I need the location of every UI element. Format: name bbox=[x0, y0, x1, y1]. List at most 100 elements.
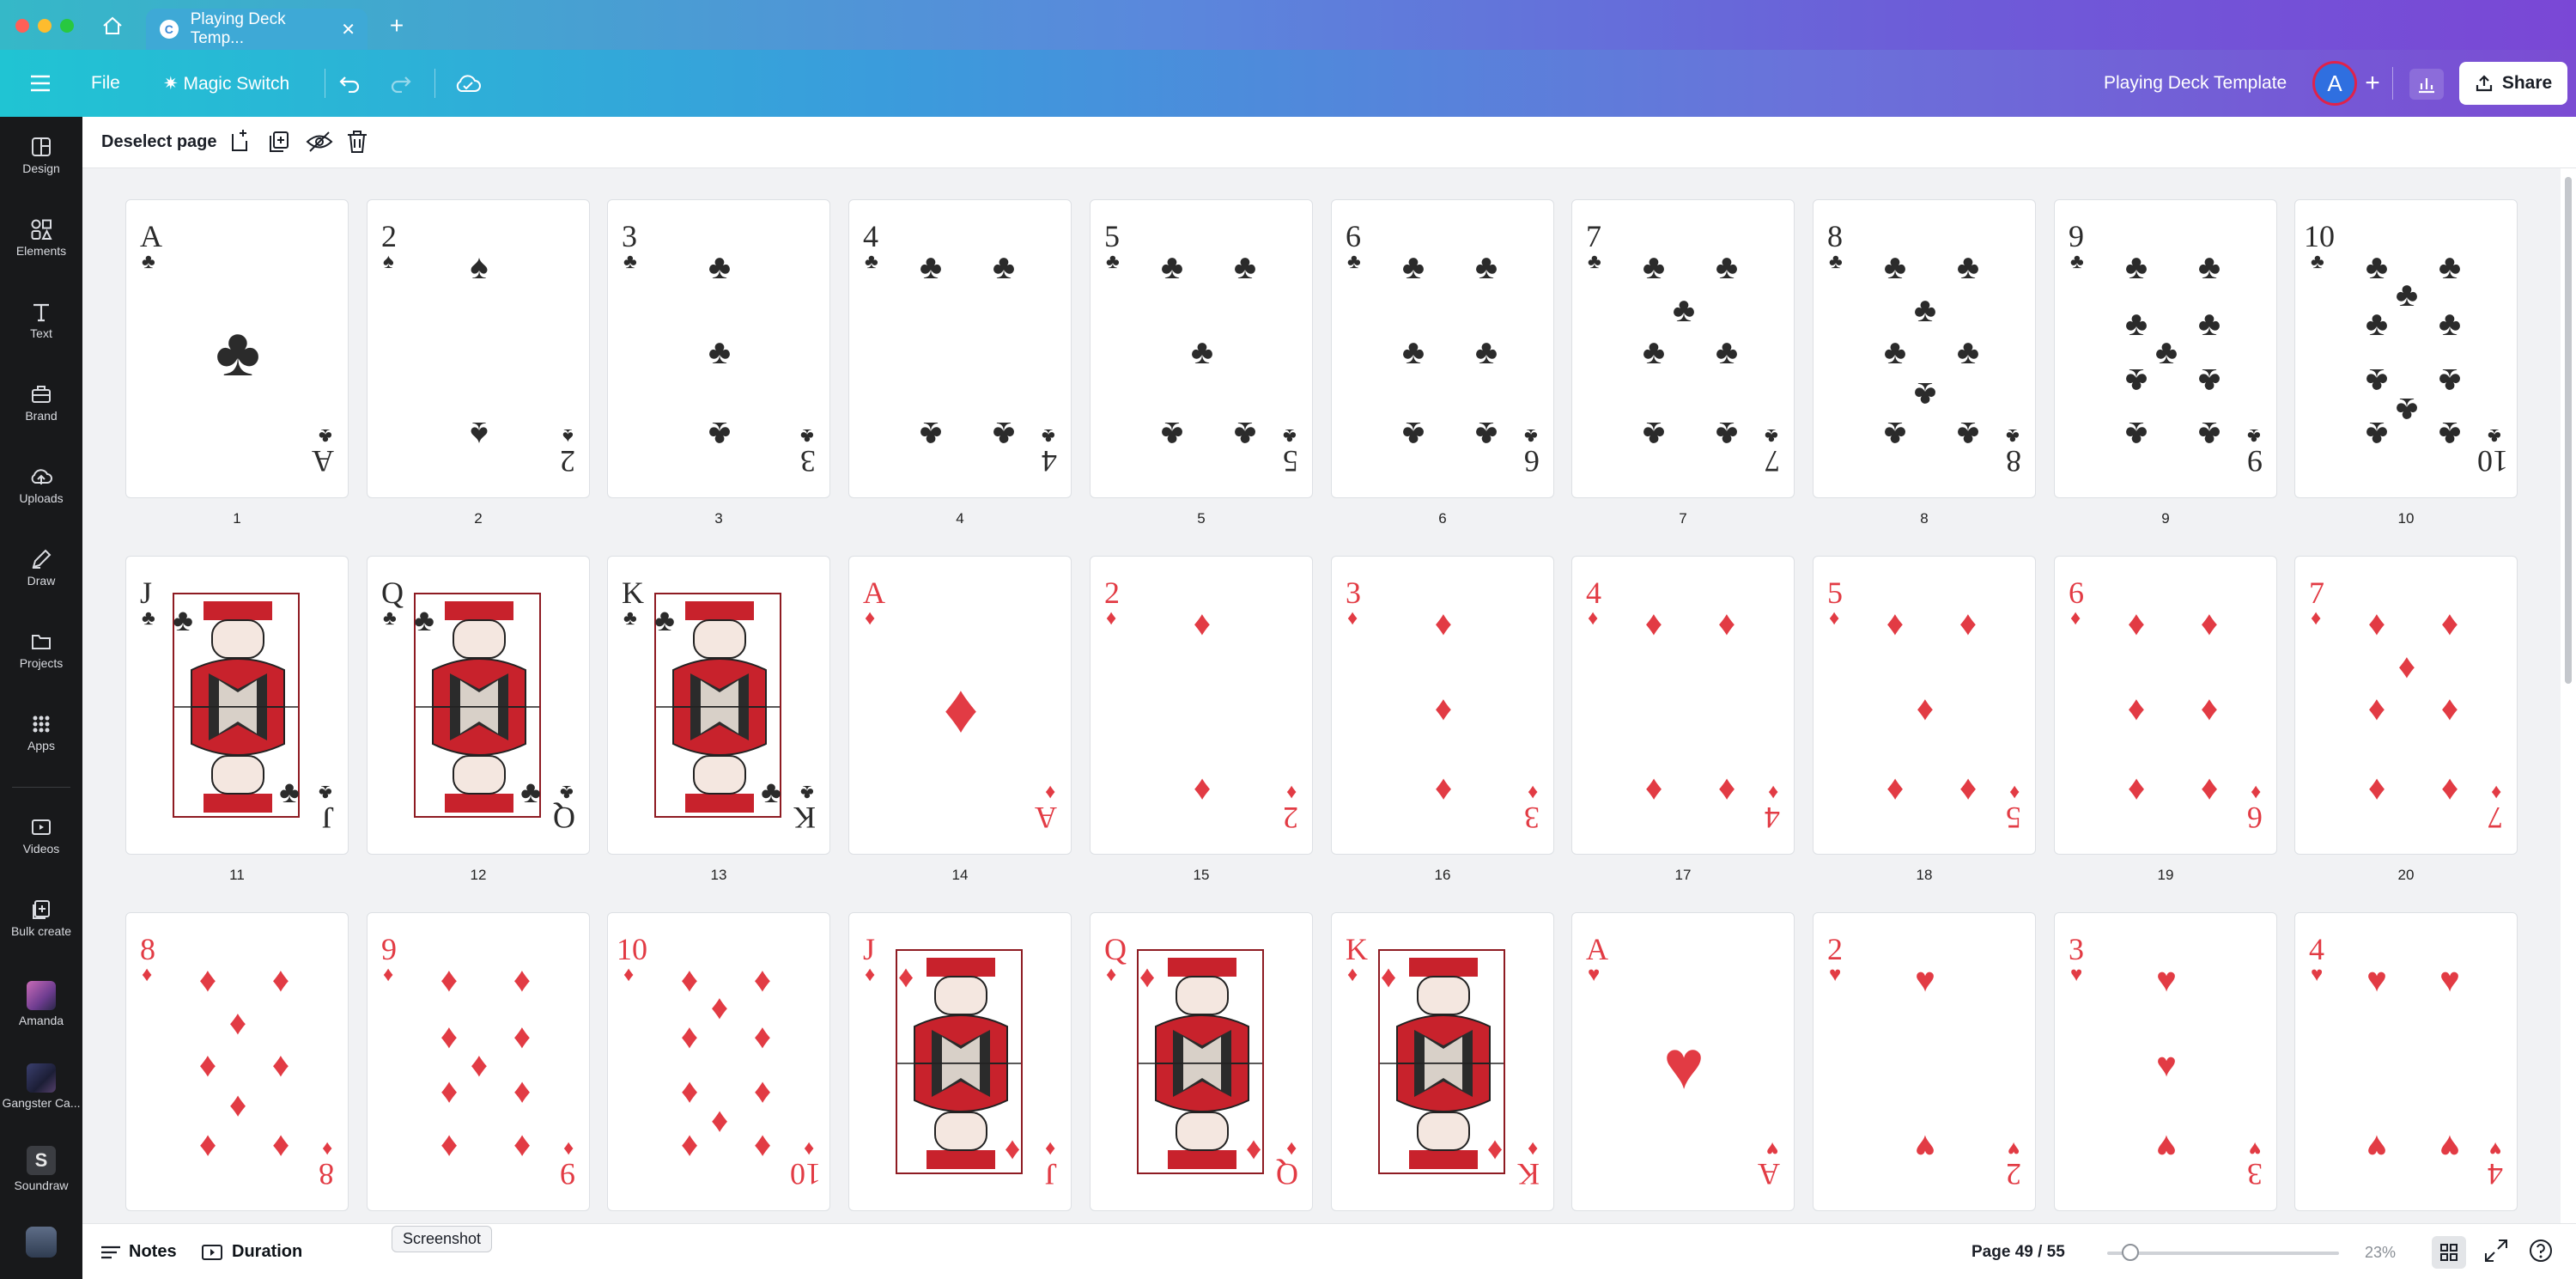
card-pip: ♦ bbox=[440, 1075, 459, 1112]
page-thumbnail[interactable]: J ♣ J ♣ ♣ ♣ bbox=[125, 556, 349, 855]
redo-icon[interactable] bbox=[388, 70, 414, 96]
page-thumbnail[interactable]: A ♥ A ♥ ♥ bbox=[1571, 912, 1795, 1211]
page-thumbnail[interactable]: 7 ♦ 7 ♦ ♦ ♦ ♦ ♦ ♦ ♦ ♦ bbox=[2294, 556, 2518, 855]
card-pip: ♣ bbox=[2197, 248, 2221, 286]
card-rank: A bbox=[1035, 801, 1057, 835]
insights-chart-icon[interactable] bbox=[2409, 69, 2444, 100]
card-rank: 9 bbox=[2069, 219, 2084, 253]
sidebar-item-apps[interactable]: Apps bbox=[0, 713, 82, 752]
page-thumbnail[interactable]: Q ♦ Q ♦ ♦ ♦ bbox=[1090, 912, 1313, 1211]
card-pip: ♣ bbox=[2124, 248, 2148, 286]
page-thumbnail[interactable]: 3 ♥ 3 ♥ ♥ ♥ ♥ bbox=[2054, 912, 2277, 1211]
add-collaborator-icon[interactable]: + bbox=[2360, 69, 2385, 98]
page-thumbnail[interactable]: 6 ♣ 6 ♣ ♣ ♣ ♣ ♣ ♣ ♣ bbox=[1331, 199, 1554, 498]
page-thumbnail[interactable]: A ♣ A ♣ ♣ bbox=[125, 199, 349, 498]
page-thumbnail[interactable]: K ♣ K ♣ ♣ ♣ bbox=[607, 556, 830, 855]
fullscreen-icon[interactable] bbox=[2483, 1238, 2509, 1268]
notes-button[interactable]: Notes bbox=[100, 1242, 177, 1262]
sidebar-item-brand[interactable]: Brand bbox=[0, 383, 82, 423]
minimize-window-button[interactable] bbox=[38, 19, 52, 33]
sidebar-item-projects[interactable]: Projects bbox=[0, 630, 82, 670]
grid-view-icon[interactable] bbox=[2432, 1236, 2466, 1269]
page-thumbnail[interactable]: 6 ♦ 6 ♦ ♦ ♦ ♦ ♦ ♦ ♦ bbox=[2054, 556, 2277, 855]
page-thumbnail[interactable]: 3 ♣ 3 ♣ ♣ ♣ ♣ bbox=[607, 199, 830, 498]
page-thumbnail[interactable]: 10 ♣ 10 ♣ ♣ ♣ ♣ ♣ ♣ ♣ ♣ ♣ ♣ ♣ bbox=[2294, 199, 2518, 498]
sidebar-item-uploads[interactable]: Uploads bbox=[0, 466, 82, 505]
page-thumbnail[interactable]: 8 ♦ 8 ♦ ♦ ♦ ♦ ♦ ♦ ♦ ♦ ♦ bbox=[125, 912, 349, 1211]
canva-logo-icon: C bbox=[160, 20, 179, 39]
sidebar-item-soundraw[interactable]: S Soundraw bbox=[0, 1146, 82, 1192]
card-pip: ♥ bbox=[2156, 1046, 2177, 1084]
page-thumbnail[interactable]: 9 ♣ 9 ♣ ♣ ♣ ♣ ♣ ♣ ♣ ♣ ♣ ♣ bbox=[2054, 199, 2277, 498]
card-suit-small: ♦ bbox=[1285, 1137, 1297, 1160]
card-pip: ♣ bbox=[919, 415, 943, 453]
sidebar-item-amanda[interactable]: Amanda bbox=[0, 981, 82, 1027]
browser-tab[interactable]: C Playing Deck Temp... ✕ bbox=[146, 9, 368, 50]
page-number: 1 bbox=[233, 510, 241, 527]
page-thumbnail[interactable]: 2 ♥ 2 ♥ ♥ ♥ bbox=[1813, 912, 2036, 1211]
notes-icon bbox=[101, 1246, 120, 1258]
page-indicator[interactable]: Page 49 / 55 bbox=[1971, 1243, 2065, 1262]
page-thumbnail[interactable]: 2 ♦ 2 ♦ ♦ ♦ bbox=[1090, 556, 1313, 855]
document-title[interactable]: Playing Deck Template bbox=[2104, 73, 2287, 94]
card-suit-small: ♥ bbox=[2070, 963, 2083, 986]
close-tab-icon[interactable]: ✕ bbox=[341, 19, 355, 40]
deselect-page-button[interactable]: Deselect page bbox=[101, 132, 217, 152]
home-icon[interactable] bbox=[101, 15, 124, 36]
page-thumbnail[interactable]: A ♦ A ♦ ♦ bbox=[848, 556, 1072, 855]
page-thumbnail[interactable]: 8 ♣ 8 ♣ ♣ ♣ ♣ ♣ ♣ ♣ ♣ ♣ bbox=[1813, 199, 2036, 498]
card-rank: A bbox=[1758, 1157, 1780, 1191]
sidebar-item-videos[interactable]: Videos bbox=[0, 816, 82, 856]
vertical-scrollbar[interactable] bbox=[2562, 168, 2574, 1223]
card-suit-small: ♦ bbox=[1285, 781, 1297, 804]
sidebar-item-design[interactable]: Design bbox=[0, 136, 82, 175]
help-icon[interactable] bbox=[2528, 1238, 2554, 1268]
card-suit-small: ♦ bbox=[1106, 606, 1117, 630]
zoom-slider-thumb[interactable] bbox=[2122, 1244, 2139, 1261]
avatar[interactable]: A bbox=[2312, 61, 2357, 106]
card-pip: ♦ bbox=[1916, 690, 1935, 728]
duplicate-page-icon[interactable] bbox=[266, 129, 292, 159]
zoom-slider-track[interactable] bbox=[2107, 1252, 2339, 1255]
page-grid-canvas[interactable]: A ♣ A ♣ ♣ 1 2 ♠ 2 ♠ ♠ ♠ 2 3 ♣ 3 ♣ ♣ ♣ ♣ 3 4 ♣ 4 ♣ ♣ ♣ ♣ ♣ 4 5 ♣ 5 ♣ ♣ ♣ ♣ ♣ ♣ 5… bbox=[82, 168, 2561, 1223]
magic-switch-button[interactable]: ✷ Magic Switch bbox=[163, 73, 289, 94]
sidebar-item-gangster[interactable]: Gangster Ca... bbox=[0, 1063, 82, 1110]
file-menu-button[interactable]: File bbox=[91, 73, 120, 94]
card-suit-small: ♦ bbox=[803, 1137, 814, 1160]
sidebar-item-elements[interactable]: Elements bbox=[0, 218, 82, 258]
page-thumbnail[interactable]: K ♦ K ♦ ♦ ♦ bbox=[1331, 912, 1554, 1211]
page-thumbnail[interactable]: 4 ♥ 4 ♥ ♥ ♥ ♥ ♥ bbox=[2294, 912, 2518, 1211]
more-apps-thumb[interactable] bbox=[26, 1227, 57, 1258]
sidebar-item-draw[interactable]: Draw bbox=[0, 548, 82, 588]
hide-page-icon[interactable] bbox=[306, 129, 333, 159]
zoom-percent[interactable]: 23% bbox=[2365, 1244, 2396, 1262]
page-thumbnail[interactable]: Q ♣ Q ♣ ♣ ♣ bbox=[367, 556, 590, 855]
card-pip: ♣ bbox=[1715, 248, 1739, 286]
page-thumbnail[interactable]: 3 ♦ 3 ♦ ♦ ♦ ♦ bbox=[1331, 556, 1554, 855]
page-thumbnail[interactable]: 4 ♦ 4 ♦ ♦ ♦ ♦ ♦ bbox=[1571, 556, 1795, 855]
trash-icon[interactable] bbox=[345, 129, 369, 159]
page-thumbnail[interactable]: 7 ♣ 7 ♣ ♣ ♣ ♣ ♣ ♣ ♣ ♣ bbox=[1571, 199, 1795, 498]
sidebar-item-text[interactable]: Text bbox=[0, 301, 82, 340]
card-rank: 4 bbox=[1042, 444, 1057, 478]
hamburger-icon[interactable] bbox=[27, 72, 53, 94]
page-thumbnail[interactable]: 9 ♦ 9 ♦ ♦ ♦ ♦ ♦ ♦ ♦ ♦ ♦ ♦ bbox=[367, 912, 590, 1211]
close-window-button[interactable] bbox=[15, 19, 29, 33]
new-tab-icon[interactable]: + bbox=[386, 12, 407, 39]
add-page-icon[interactable] bbox=[227, 129, 252, 159]
card-pip: ♦ bbox=[1434, 690, 1453, 728]
page-thumbnail[interactable]: 5 ♦ 5 ♦ ♦ ♦ ♦ ♦ ♦ bbox=[1813, 556, 2036, 855]
card-pip: ♦ bbox=[271, 1128, 290, 1166]
page-thumbnail[interactable]: J ♦ J ♦ ♦ ♦ bbox=[848, 912, 1072, 1211]
page-thumbnail[interactable]: 10 ♦ 10 ♦ ♦ ♦ ♦ ♦ ♦ ♦ ♦ ♦ ♦ ♦ bbox=[607, 912, 830, 1211]
scrollbar-thumb[interactable] bbox=[2565, 177, 2572, 684]
maximize-window-button[interactable] bbox=[60, 19, 74, 33]
duration-button[interactable]: Duration bbox=[201, 1242, 302, 1262]
sidebar-item-bulk-create[interactable]: Bulk create bbox=[0, 898, 82, 938]
undo-icon[interactable] bbox=[337, 70, 362, 96]
page-thumbnail[interactable]: 2 ♠ 2 ♠ ♠ ♠ bbox=[367, 199, 590, 498]
page-thumbnail[interactable]: 5 ♣ 5 ♣ ♣ ♣ ♣ ♣ ♣ bbox=[1090, 199, 1313, 498]
cloud-save-icon[interactable] bbox=[453, 70, 483, 96]
page-thumbnail[interactable]: 4 ♣ 4 ♣ ♣ ♣ ♣ ♣ bbox=[848, 199, 1072, 498]
share-button[interactable]: Share bbox=[2459, 62, 2567, 105]
